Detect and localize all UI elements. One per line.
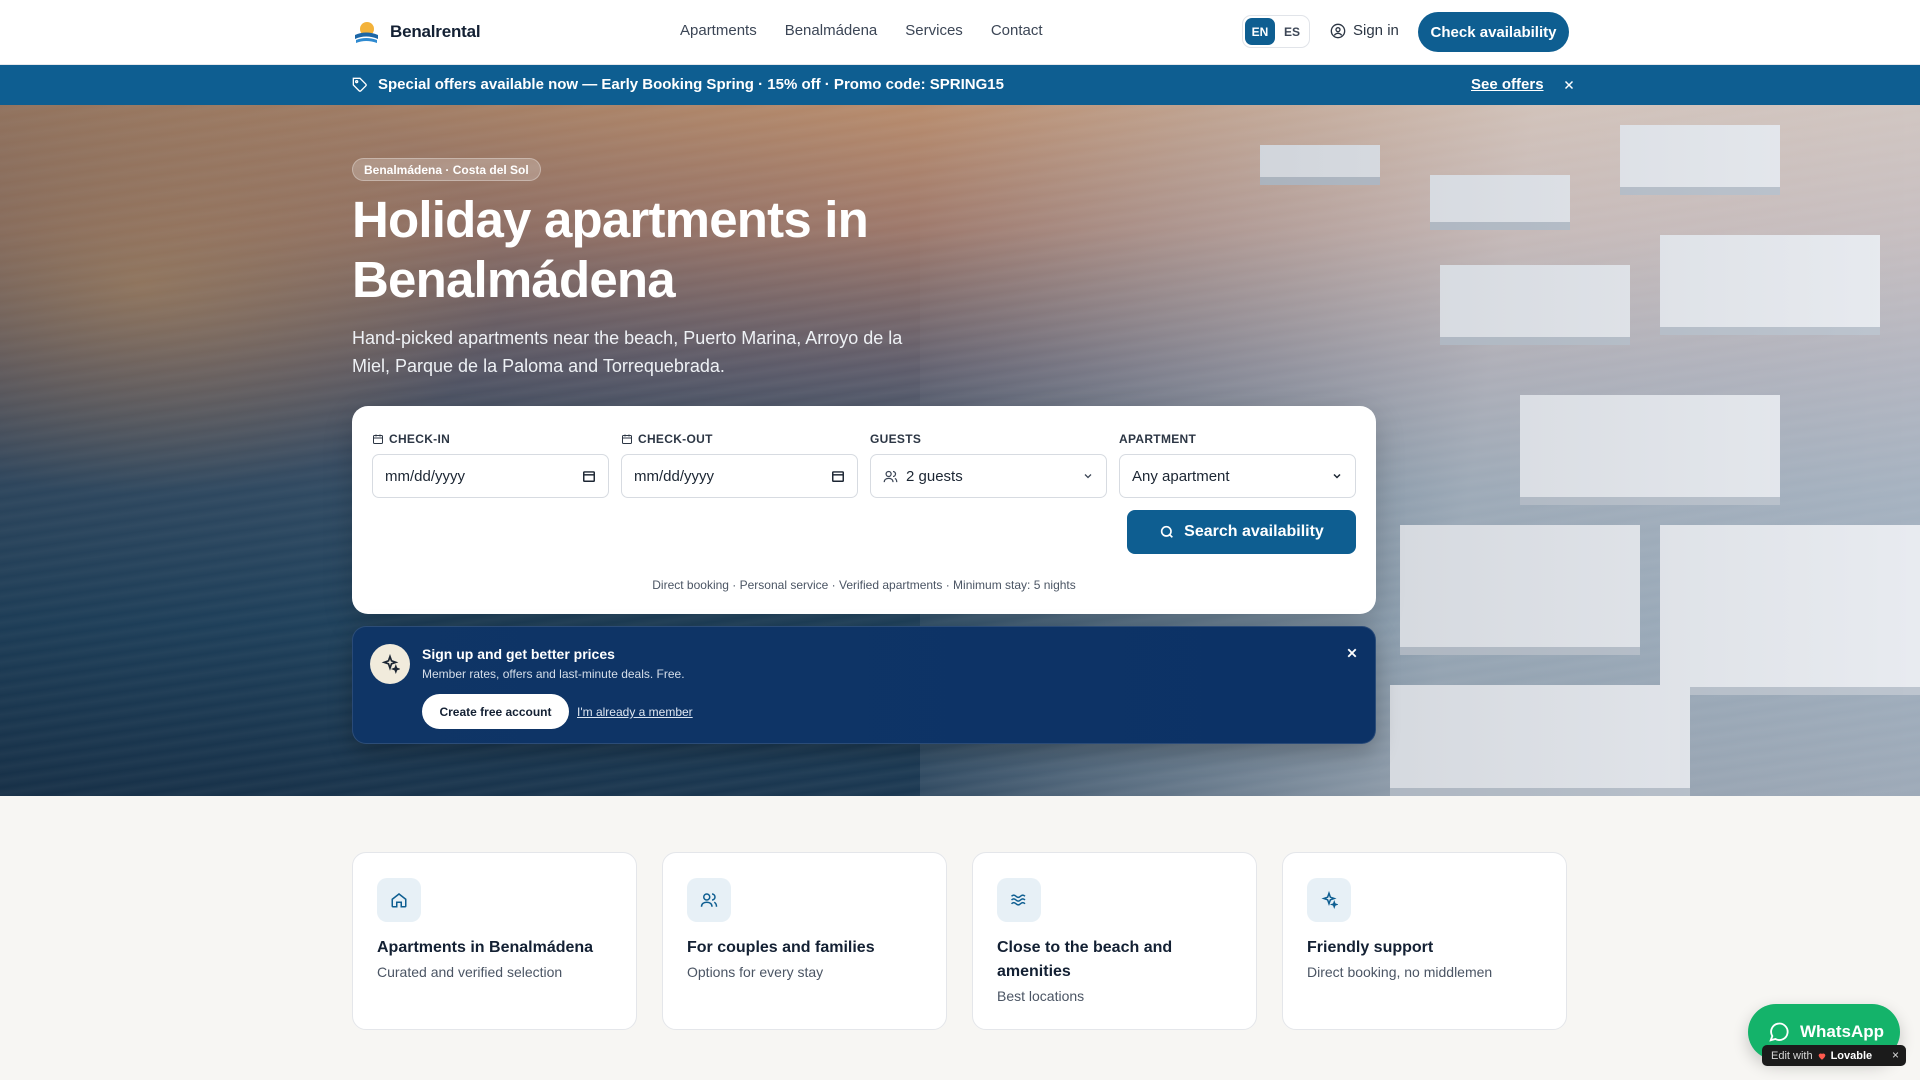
calendar-picker-icon[interactable] <box>582 469 596 483</box>
sun-logo-icon <box>355 22 378 43</box>
signin-link[interactable]: Sign in <box>1330 22 1399 39</box>
brand-logo[interactable]: Benalrental <box>352 18 481 46</box>
search-label: Search availability <box>1184 523 1324 540</box>
search-icon <box>1161 525 1174 538</box>
whatsapp-icon <box>1769 1022 1789 1042</box>
close-icon[interactable] <box>1562 78 1576 92</box>
hero-subtitle: Hand-picked apartments near the beach, P… <box>352 328 903 376</box>
whatsapp-label: WhatsApp <box>1800 1022 1885 1041</box>
feature-description: Best locations <box>997 988 1085 1004</box>
users-icon <box>883 470 898 482</box>
signup-subtitle: Member rates, offers and last-minute dea… <box>422 667 685 681</box>
edit-with-lovable-badge[interactable]: Edit with Lovable × <box>1762 1045 1906 1066</box>
calendar-icon <box>622 434 632 444</box>
feature-description: Options for every stay <box>687 964 824 980</box>
apartment-label: APARTMENT <box>1119 432 1197 446</box>
feature-description: Curated and verified selection <box>377 964 563 980</box>
language-switcher: EN ES <box>1242 15 1310 48</box>
lovable-prefix: Edit with <box>1771 1049 1813 1062</box>
waves-icon <box>997 878 1041 922</box>
heart-icon <box>1818 1052 1825 1060</box>
calendar-icon <box>373 434 383 444</box>
chevron-down-icon <box>1333 473 1341 479</box>
lang-en[interactable]: EN <box>1245 18 1275 45</box>
checkout-field: CHECK-OUT mm/dd/yyyy <box>621 432 858 498</box>
checkin-value: mm/dd/yyyy <box>385 467 466 485</box>
lang-es[interactable]: ES <box>1277 18 1307 45</box>
checkout-label: CHECK-OUT <box>638 432 713 446</box>
already-member-link[interactable]: I'm already a member <box>577 705 693 719</box>
checkout-value: mm/dd/yyyy <box>634 467 715 485</box>
location-badge: Benalmádena · Costa del Sol <box>352 158 541 181</box>
signup-title: Sign up and get better prices <box>422 646 615 662</box>
apartment-value: Any apartment <box>1132 467 1230 485</box>
create-account-button[interactable]: Create free account <box>422 694 569 729</box>
guests-label: GUESTS <box>870 432 922 446</box>
guests-field: GUESTS 2 guests <box>870 432 1107 498</box>
guests-select[interactable]: 2 guests <box>870 454 1107 498</box>
check-availability-button[interactable]: Check availability <box>1418 12 1569 52</box>
home-icon <box>377 878 421 922</box>
feature-list: Apartments in Benalmádena Curated and ve… <box>352 852 1568 1030</box>
nav-benalmadena[interactable]: Benalmádena <box>785 22 878 39</box>
nav-contact[interactable]: Contact <box>991 22 1043 39</box>
feature-title: Apartments in Benalmádena <box>377 939 594 956</box>
site-header: Benalrental Apartments Benalmádena Servi… <box>0 0 1920 65</box>
guests-value: 2 guests <box>906 467 963 485</box>
feature-card: Close to the beach and amenities Best lo… <box>972 852 1257 1030</box>
close-icon[interactable]: × <box>1892 1048 1899 1062</box>
feature-card: Apartments in Benalmádena Curated and ve… <box>352 852 637 1030</box>
checkin-field: CHECK-IN mm/dd/yyyy <box>372 432 609 498</box>
user-circle-icon <box>1330 23 1346 38</box>
feature-title: For couples and families <box>687 939 875 956</box>
main-nav: Apartments Benalmádena Services Contact <box>680 22 1043 39</box>
tag-icon <box>352 77 367 92</box>
apartment-field: APARTMENT Any apartment <box>1119 432 1356 498</box>
page-title: Holiday apartments in Benalmádena <box>352 191 869 308</box>
feature-title: Close to the beach and amenities <box>997 939 1173 980</box>
calendar-picker-icon[interactable] <box>831 469 845 483</box>
feature-card: For couples and families Options for eve… <box>662 852 947 1030</box>
lovable-brand: Lovable <box>1830 1049 1873 1062</box>
users-icon <box>687 878 731 922</box>
signin-label: Sign in <box>1353 22 1399 39</box>
feature-title: Friendly support <box>1307 939 1434 956</box>
signup-banner: Sign up and get better prices Member rat… <box>352 626 1376 744</box>
booking-note: Direct booking · Personal service · Veri… <box>652 578 1076 592</box>
sparkles-icon <box>370 644 410 684</box>
checkout-input[interactable]: mm/dd/yyyy <box>621 454 858 498</box>
booking-form: CHECK-IN mm/dd/yyyy CHECK-OUT mm/dd/yyyy… <box>352 406 1376 614</box>
nav-apartments[interactable]: Apartments <box>680 22 757 39</box>
search-availability-button[interactable]: Search availability <box>1127 510 1356 554</box>
close-icon[interactable] <box>1343 644 1361 662</box>
checkin-label: CHECK-IN <box>389 432 451 446</box>
see-offers-link[interactable]: See offers <box>1471 76 1544 93</box>
chevron-down-icon <box>1084 474 1092 479</box>
promo-bar: Special offers available now — Early Boo… <box>0 65 1920 105</box>
promo-text: Special offers available now — Early Boo… <box>378 76 1004 93</box>
brand-name: Benalrental <box>390 22 481 41</box>
apartment-select[interactable]: Any apartment <box>1119 454 1356 498</box>
checkin-input[interactable]: mm/dd/yyyy <box>372 454 609 498</box>
sparkles-icon <box>1307 878 1351 922</box>
feature-card: Friendly support Direct booking, no midd… <box>1282 852 1567 1030</box>
nav-services[interactable]: Services <box>905 22 963 39</box>
feature-description: Direct booking, no middlemen <box>1307 964 1493 980</box>
